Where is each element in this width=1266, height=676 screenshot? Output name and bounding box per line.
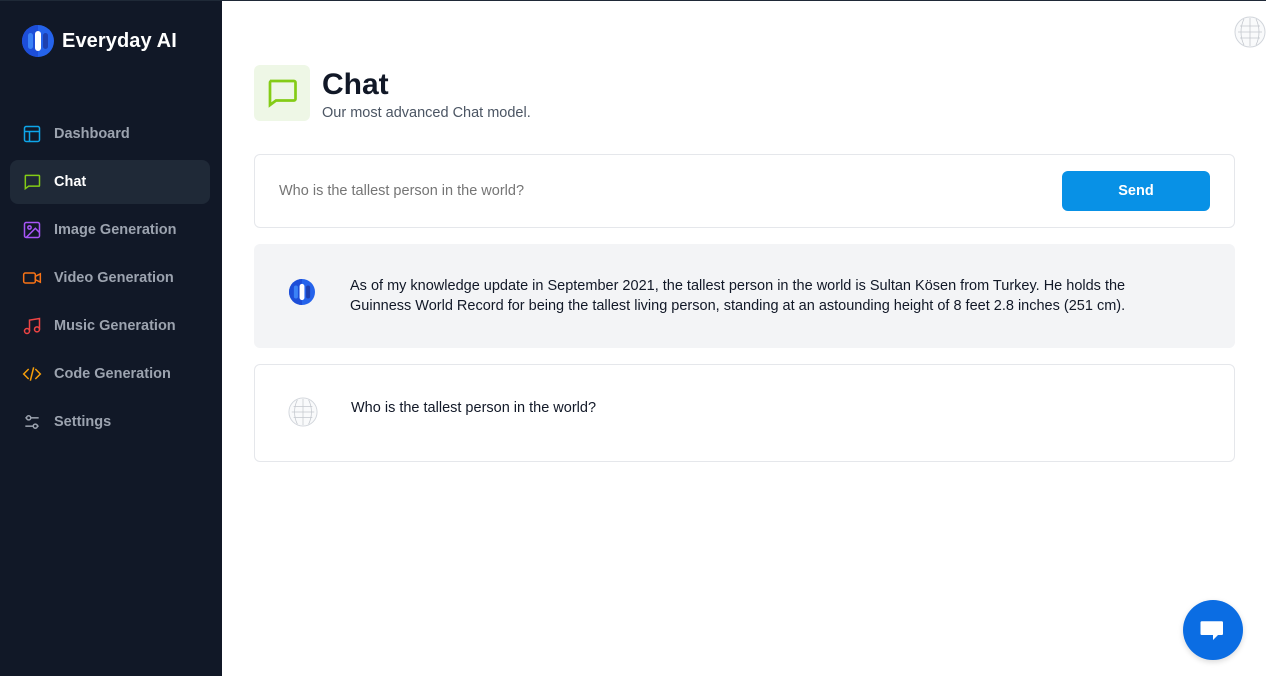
send-button[interactable]: Send bbox=[1062, 171, 1210, 211]
prompt-card: Send bbox=[254, 154, 1235, 228]
dashboard-icon bbox=[23, 125, 41, 143]
sidebar-item-label: Video Generation bbox=[54, 270, 174, 286]
sidebar-item-chat[interactable]: Chat bbox=[10, 160, 210, 204]
page-header: Chat Our most advanced Chat model. bbox=[254, 65, 531, 121]
page-title: Chat bbox=[322, 68, 389, 101]
sidebar-item-image-generation[interactable]: Image Generation bbox=[10, 208, 210, 252]
image-icon bbox=[23, 221, 41, 239]
user-message: Who is the tallest person in the world? bbox=[254, 364, 1235, 462]
assistant-avatar-icon bbox=[289, 279, 315, 305]
prompt-input[interactable] bbox=[279, 155, 1039, 227]
user-avatar[interactable] bbox=[1234, 16, 1266, 48]
main-content: Chat Our most advanced Chat model. Send … bbox=[222, 1, 1266, 676]
code-icon bbox=[22, 367, 42, 381]
page-subtitle: Our most advanced Chat model. bbox=[322, 105, 531, 121]
sidebar-item-label: Code Generation bbox=[54, 366, 171, 382]
support-chat-button[interactable] bbox=[1183, 600, 1243, 660]
sidebar-item-video-generation[interactable]: Video Generation bbox=[10, 256, 210, 300]
sidebar-item-label: Music Generation bbox=[54, 318, 176, 334]
brand[interactable]: Everyday AI bbox=[22, 25, 177, 57]
brand-logo-icon bbox=[22, 25, 54, 57]
sidebar-item-dashboard[interactable]: Dashboard bbox=[10, 112, 210, 156]
assistant-message: As of my knowledge update in September 2… bbox=[254, 244, 1235, 348]
sidebar-item-code-generation[interactable]: Code Generation bbox=[10, 352, 210, 396]
video-icon bbox=[22, 272, 42, 284]
music-icon bbox=[23, 317, 41, 335]
sidebar-item-music-generation[interactable]: Music Generation bbox=[10, 304, 210, 348]
sidebar-item-label: Dashboard bbox=[54, 126, 130, 142]
chat-header-icon bbox=[254, 65, 310, 121]
chat-icon bbox=[24, 174, 41, 191]
assistant-message-text: As of my knowledge update in September 2… bbox=[350, 278, 1126, 314]
user-avatar-icon bbox=[1234, 16, 1266, 48]
user-message-avatar bbox=[288, 397, 318, 427]
sidebar-item-settings[interactable]: Settings bbox=[10, 400, 210, 444]
sidebar-item-label: Chat bbox=[54, 174, 87, 190]
sidebar-item-label: Image Generation bbox=[54, 222, 177, 238]
sidebar: Everyday AI Dashboard Chat Image Generat… bbox=[0, 1, 222, 676]
sidebar-item-label: Settings bbox=[54, 414, 112, 430]
sidebar-nav: Dashboard Chat Image Generation Video Ge… bbox=[10, 112, 210, 448]
brand-name: Everyday AI bbox=[62, 29, 177, 52]
chat-bubble-icon bbox=[1200, 621, 1223, 640]
user-avatar-icon bbox=[288, 397, 318, 427]
settings-icon bbox=[25, 415, 39, 429]
user-message-text: Who is the tallest person in the world? bbox=[351, 400, 597, 416]
